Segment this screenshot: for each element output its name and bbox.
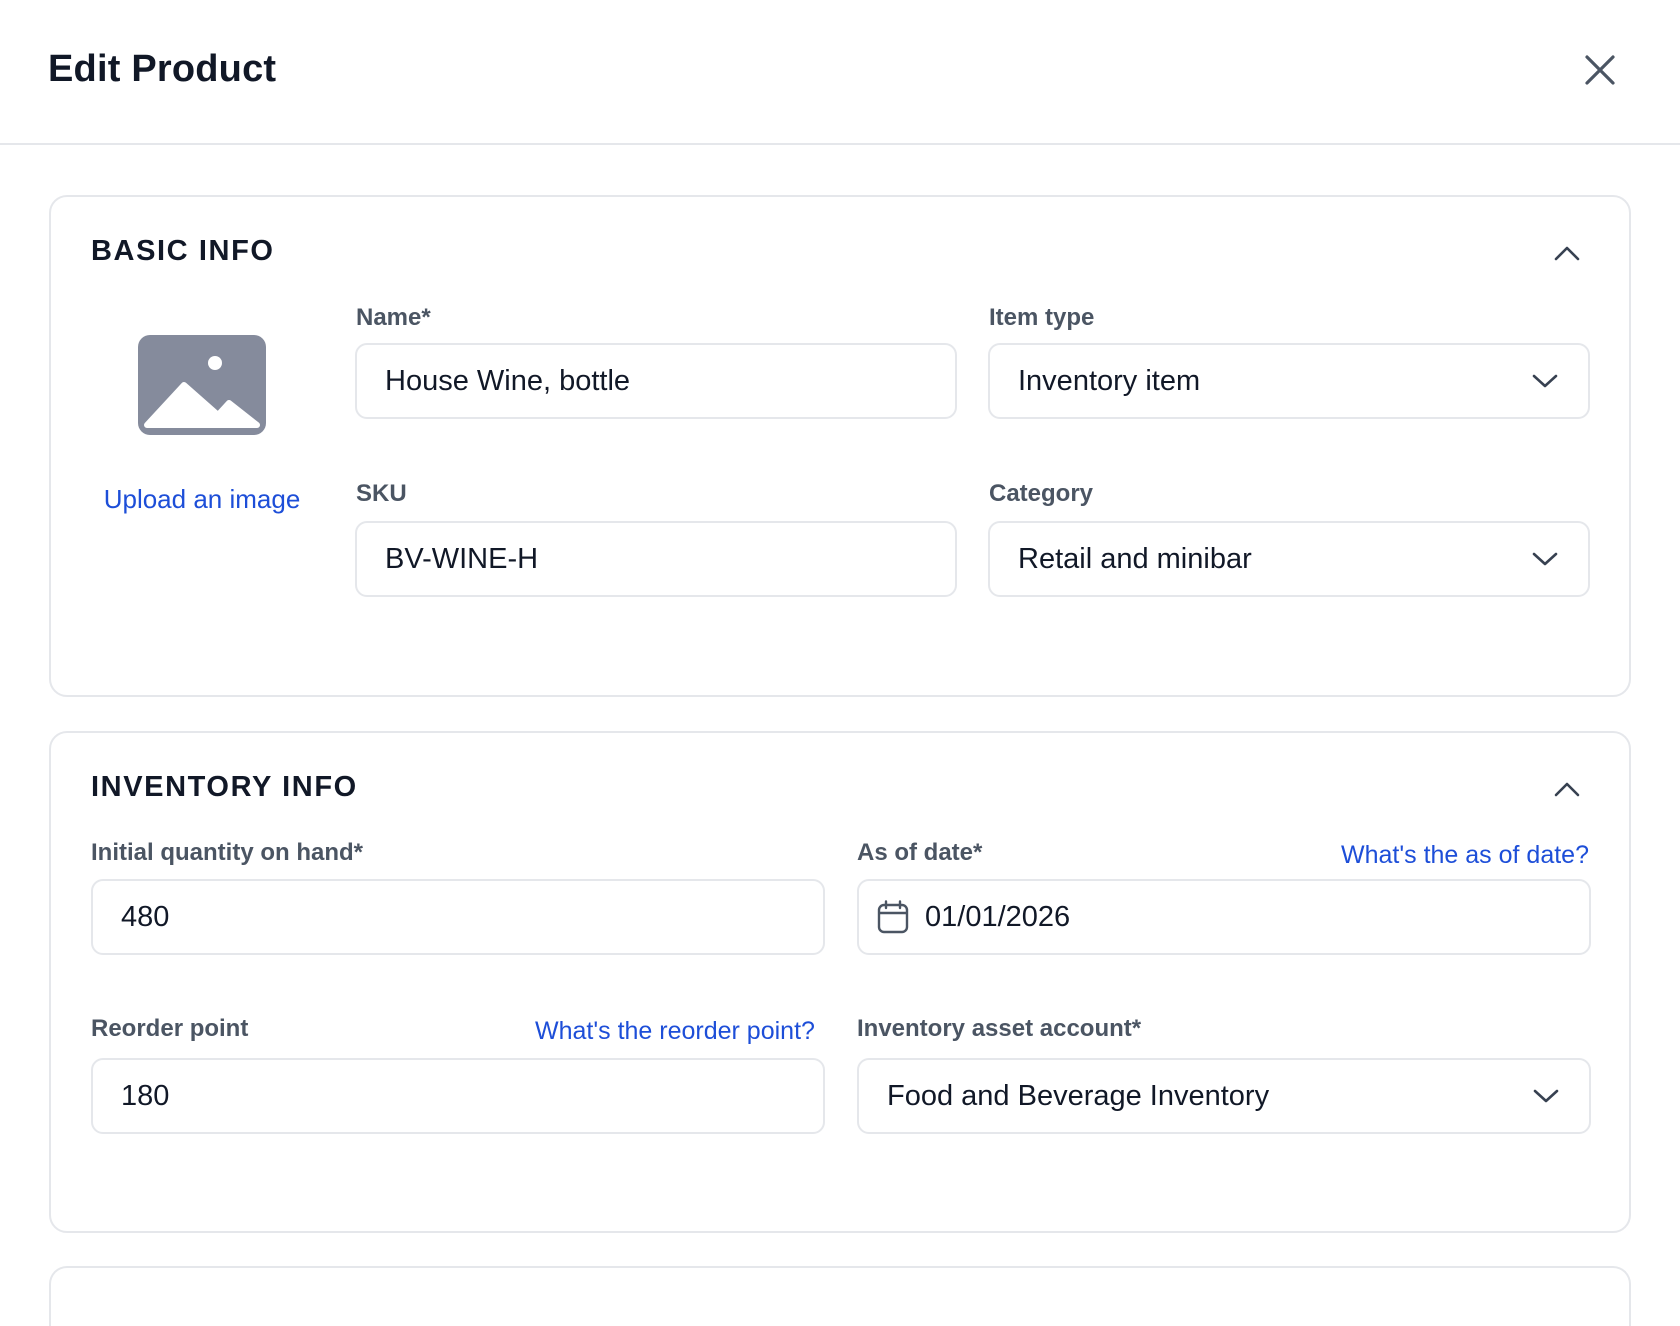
name-input[interactable]: [355, 343, 957, 419]
category-label: Category: [989, 480, 1094, 507]
sku-label: SKU: [356, 480, 407, 507]
basic-info-collapse-button[interactable]: [1545, 231, 1589, 275]
close-button[interactable]: [1576, 46, 1624, 94]
asset-account-select[interactable]: Food and Beverage Inventory: [857, 1058, 1591, 1134]
chevron-down-icon: [1530, 366, 1560, 396]
upload-image-link[interactable]: Upload an image: [103, 484, 301, 515]
item-type-select[interactable]: Inventory item: [988, 343, 1590, 419]
inventory-info-section: INVENTORY INFO Initial quantity on hand*…: [49, 731, 1631, 1233]
item-type-label: Item type: [989, 304, 1095, 331]
inventory-info-collapse-button[interactable]: [1545, 767, 1589, 811]
asset-account-value: Food and Beverage Inventory: [887, 1079, 1270, 1112]
calendar-icon: [877, 900, 911, 934]
category-select[interactable]: Retail and minibar: [988, 521, 1590, 597]
basic-info-section: BASIC INFO Upload an image Name* Item ty…: [49, 195, 1631, 697]
close-icon: [1585, 55, 1615, 85]
reorder-point-help-link[interactable]: What's the reorder point?: [535, 1017, 815, 1046]
inventory-info-title: INVENTORY INFO: [91, 771, 358, 803]
name-label: Name*: [356, 304, 431, 331]
category-value: Retail and minibar: [1018, 542, 1252, 575]
reorder-point-input[interactable]: [91, 1058, 825, 1134]
chevron-down-icon: [1530, 544, 1560, 574]
basic-info-title: BASIC INFO: [91, 235, 275, 267]
as-of-date-help-link[interactable]: What's the as of date?: [1341, 841, 1589, 870]
chevron-up-icon: [1554, 246, 1580, 261]
modal-header: Edit Product: [0, 0, 1680, 145]
reorder-point-label: Reorder point: [91, 1015, 249, 1042]
initial-quantity-input[interactable]: [91, 879, 825, 955]
initial-quantity-label: Initial quantity on hand*: [91, 839, 363, 866]
page-title: Edit Product: [48, 48, 277, 90]
image-placeholder-icon[interactable]: [138, 335, 266, 435]
as-of-date-value: 01/01/2026: [925, 900, 1071, 933]
sku-input[interactable]: [355, 521, 957, 597]
as-of-date-label: As of date*: [857, 839, 983, 866]
next-section-edge: [49, 1266, 1631, 1326]
asset-account-label: Inventory asset account*: [857, 1015, 1142, 1042]
as-of-date-input[interactable]: 01/01/2026: [857, 879, 1591, 955]
chevron-down-icon: [1531, 1081, 1561, 1111]
chevron-up-icon: [1554, 782, 1580, 797]
item-type-value: Inventory item: [1018, 364, 1201, 397]
